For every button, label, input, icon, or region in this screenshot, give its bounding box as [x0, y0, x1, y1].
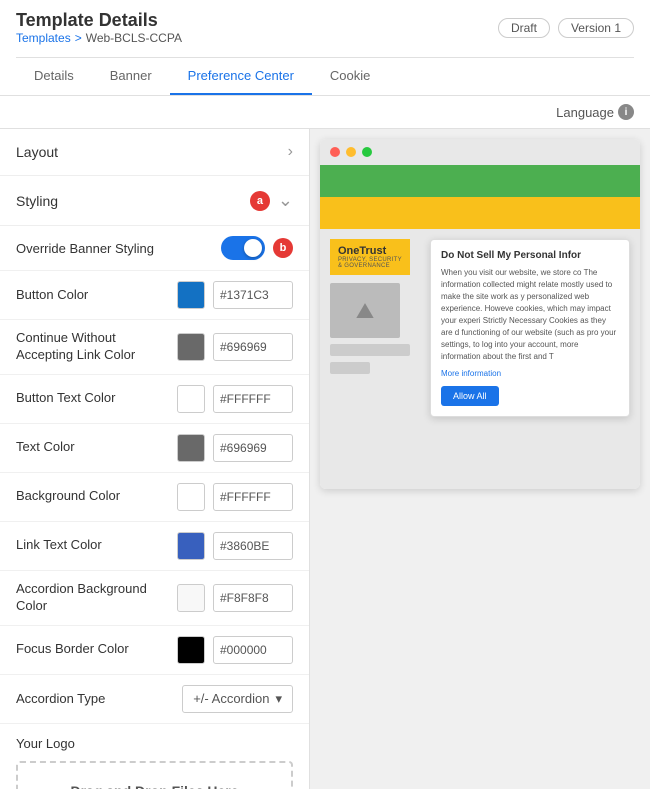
right-panel-preview: OneTrust PRIVACY, SECURITY & GOVERNANCE … — [310, 129, 650, 789]
accordion-type-label: Accordion Type — [16, 691, 182, 706]
browser-bar — [320, 139, 640, 165]
preview-card: Do Not Sell My Personal Infor When you v… — [430, 239, 630, 417]
badge-group: Draft Version 1 — [498, 18, 634, 38]
layout-label: Layout — [16, 144, 58, 160]
drag-drop-title: Drag and Drop Files Here — [34, 783, 275, 789]
accordion-bg-color-preview[interactable] — [177, 584, 205, 612]
preview-card-title: Do Not Sell My Personal Infor — [441, 250, 619, 261]
link-text-color-preview[interactable] — [177, 532, 205, 560]
continue-without-color-preview[interactable] — [177, 333, 205, 361]
text-color-label: Text Color — [16, 439, 169, 456]
continue-without-label: Continue Without Accepting Link Color — [16, 330, 169, 364]
browser-dot-yellow — [346, 147, 356, 157]
gray-bar-1 — [330, 344, 410, 356]
preview-inner: OneTrust PRIVACY, SECURITY & GOVERNANCE … — [310, 129, 650, 499]
mountain-icon: ⛰ — [356, 298, 374, 324]
onetrust-logo-text: OneTrust — [338, 245, 402, 257]
browser-dot-red — [330, 147, 340, 157]
page-header: Template Details Templates > Web-BCLS-CC… — [0, 0, 650, 96]
preview-right-col: Do Not Sell My Personal Infor When you v… — [420, 239, 630, 479]
browser-dot-green — [362, 147, 372, 157]
text-color-row: Text Color #696969 — [0, 424, 309, 473]
language-info-icon[interactable]: i — [618, 104, 634, 120]
language-label: Language — [556, 105, 614, 120]
button-text-color-value[interactable]: #FFFFFF — [213, 385, 293, 413]
accordion-type-select[interactable]: +/- Accordion ▾ — [182, 685, 293, 713]
logo-section: Your Logo Drag and Drop Files Here File … — [0, 724, 309, 789]
link-text-color-row: Link Text Color #3860BE — [0, 522, 309, 571]
styling-section-header[interactable]: Styling a ⌄ — [0, 176, 309, 226]
preview-card-text: When you visit our website, we store co … — [441, 267, 619, 363]
styling-label: Styling — [16, 193, 58, 209]
background-color-value[interactable]: #FFFFFF — [213, 483, 293, 511]
accordion-bg-color-value[interactable]: #F8F8F8 — [213, 584, 293, 612]
continue-without-color-value[interactable]: #696969 — [213, 333, 293, 361]
preview-yellow-bar — [320, 197, 640, 229]
accordion-type-value: +/- Accordion — [193, 691, 269, 706]
onetrust-logo-sub: PRIVACY, SECURITY & GOVERNANCE — [338, 257, 402, 269]
main-content: Layout › Styling a ⌄ Override Banner Sty… — [0, 129, 650, 789]
button-text-color-row: Button Text Color #FFFFFF — [0, 375, 309, 424]
text-color-value[interactable]: #696969 — [213, 434, 293, 462]
layout-section-header[interactable]: Layout › — [0, 129, 309, 176]
breadcrumb-separator: > — [75, 31, 82, 45]
draft-badge[interactable]: Draft — [498, 18, 550, 38]
breadcrumb-link[interactable]: Templates — [16, 31, 71, 45]
text-color-preview[interactable] — [177, 434, 205, 462]
link-text-color-label: Link Text Color — [16, 537, 169, 554]
tab-bar: Details Banner Preference Center Cookie — [16, 57, 634, 95]
focus-border-color-label: Focus Border Color — [16, 641, 169, 658]
browser-mockup: OneTrust PRIVACY, SECURITY & GOVERNANCE … — [320, 139, 640, 489]
onetrust-logo-box: OneTrust PRIVACY, SECURITY & GOVERNANCE — [330, 239, 410, 275]
button-text-color-label: Button Text Color — [16, 390, 169, 407]
language-bar: Language i — [0, 96, 650, 129]
button-color-row: Button Color #1371C3 — [0, 271, 309, 320]
accordion-type-row: Accordion Type +/- Accordion ▾ — [0, 675, 309, 724]
allow-all-button[interactable]: Allow All — [441, 386, 499, 406]
button-color-preview[interactable] — [177, 281, 205, 309]
tab-banner[interactable]: Banner — [92, 58, 170, 95]
preview-left-col: OneTrust PRIVACY, SECURITY & GOVERNANCE … — [330, 239, 410, 479]
styling-chevron-icon: ⌄ — [278, 190, 293, 211]
logo-label: Your Logo — [16, 736, 293, 751]
styling-right: a ⌄ — [250, 190, 293, 211]
override-banner-row: Override Banner Styling b — [0, 226, 309, 271]
page-title: Template Details — [16, 10, 182, 31]
background-color-label: Background Color — [16, 488, 169, 505]
tab-preference-center[interactable]: Preference Center — [170, 58, 312, 95]
tab-cookie[interactable]: Cookie — [312, 58, 388, 95]
button-color-value[interactable]: #1371C3 — [213, 281, 293, 309]
layout-chevron-icon: › — [288, 143, 293, 161]
badge-b: b — [273, 238, 293, 258]
preview-green-bar — [320, 165, 640, 197]
button-color-label: Button Color — [16, 287, 169, 304]
version-badge[interactable]: Version 1 — [558, 18, 634, 38]
link-text-color-value[interactable]: #3860BE — [213, 532, 293, 560]
tab-details[interactable]: Details — [16, 58, 92, 95]
button-text-color-preview[interactable] — [177, 385, 205, 413]
badge-a: a — [250, 191, 270, 211]
accordion-bg-color-row: Accordion Background Color #F8F8F8 — [0, 571, 309, 626]
accordion-chevron-icon: ▾ — [275, 691, 282, 707]
preview-more-link[interactable]: More information — [441, 369, 619, 378]
background-color-row: Background Color #FFFFFF — [0, 473, 309, 522]
breadcrumb-current: Web-BCLS-CCPA — [86, 31, 182, 45]
image-placeholder: ⛰ — [330, 283, 400, 338]
continue-without-color-row: Continue Without Accepting Link Color #6… — [0, 320, 309, 375]
background-color-preview[interactable] — [177, 483, 205, 511]
focus-border-color-value[interactable]: #000000 — [213, 636, 293, 664]
drop-zone[interactable]: Drag and Drop Files Here File format .jp… — [16, 761, 293, 789]
gray-bar-2 — [330, 362, 370, 374]
left-panel: Layout › Styling a ⌄ Override Banner Sty… — [0, 129, 310, 789]
focus-border-color-row: Focus Border Color #000000 — [0, 626, 309, 675]
override-toggle[interactable] — [221, 236, 265, 260]
breadcrumb: Templates > Web-BCLS-CCPA — [16, 31, 182, 45]
accordion-bg-color-label: Accordion Background Color — [16, 581, 169, 615]
focus-border-color-preview[interactable] — [177, 636, 205, 664]
override-label: Override Banner Styling — [16, 241, 221, 256]
